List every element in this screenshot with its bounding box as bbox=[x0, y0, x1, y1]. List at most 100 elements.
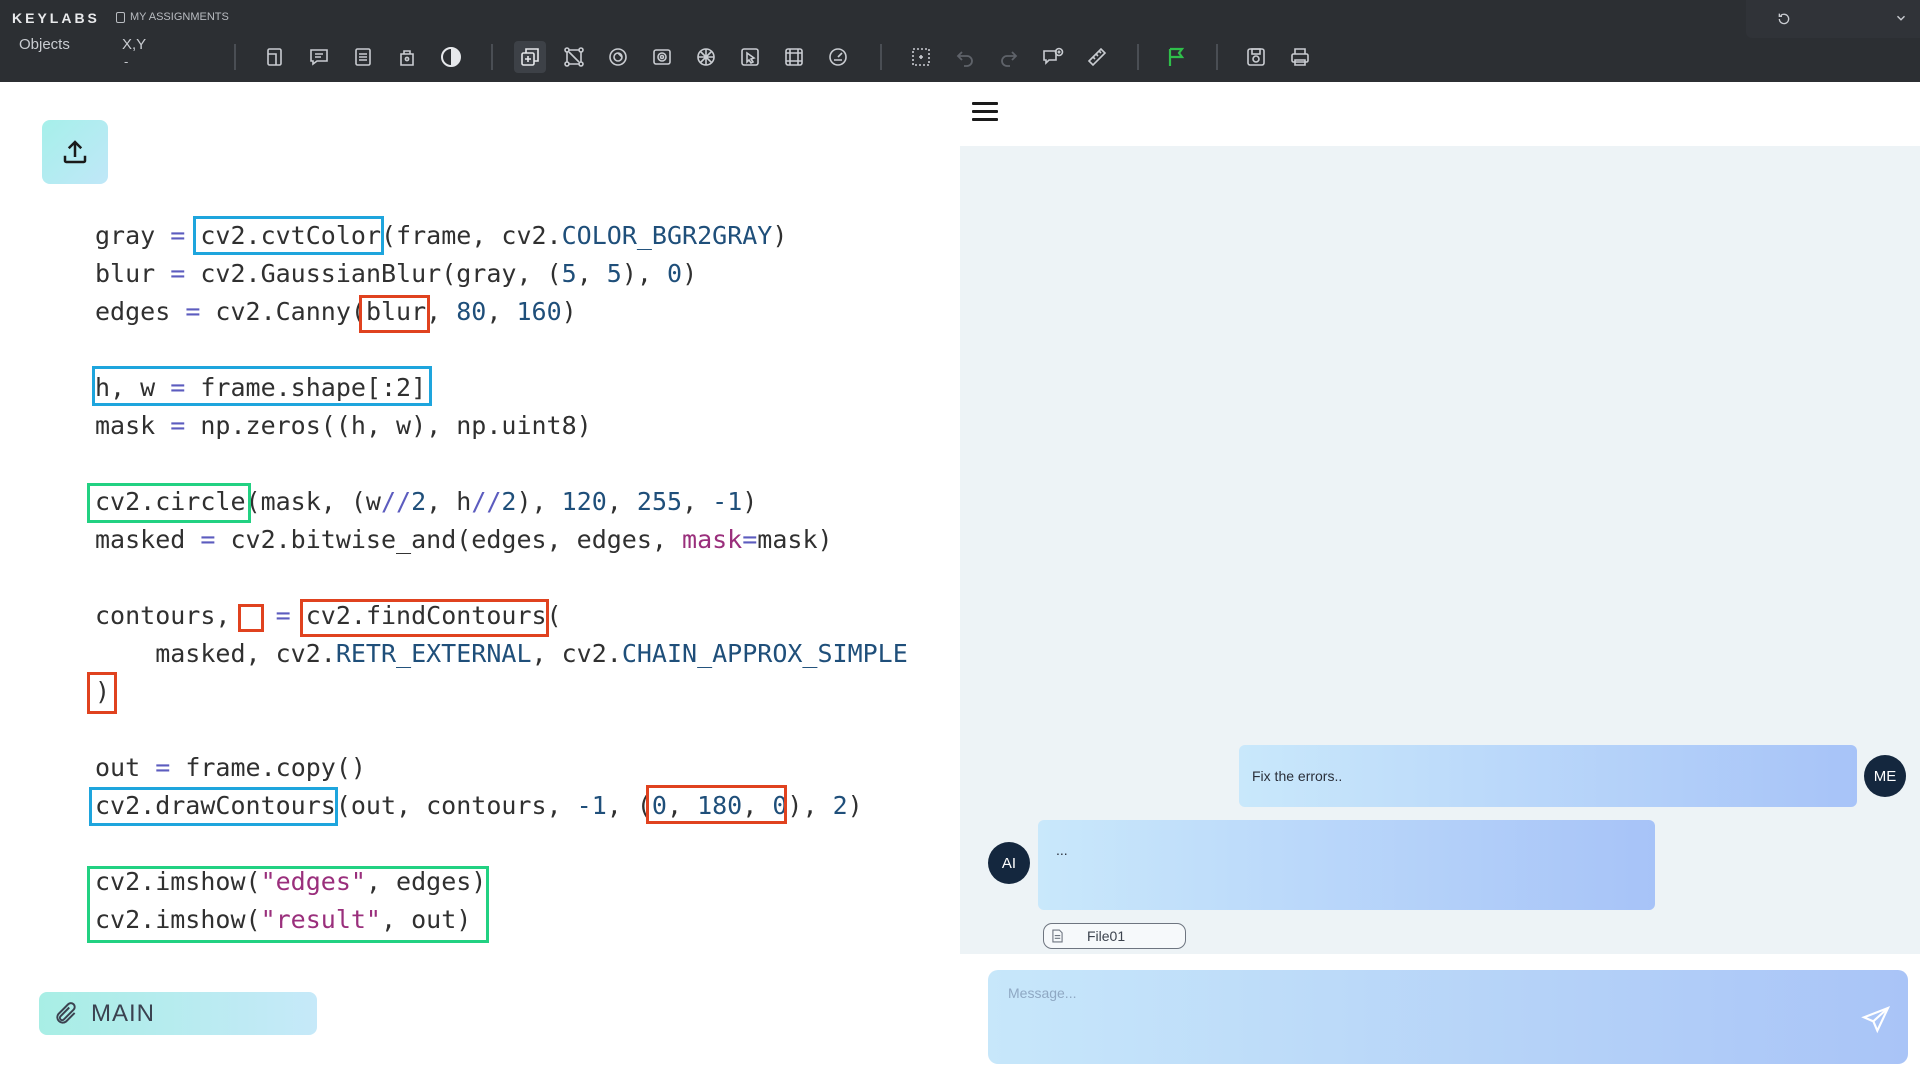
code-token: cv2.bitwise_and(edges, edges, bbox=[215, 525, 683, 554]
code-token: = bbox=[742, 525, 758, 554]
code-token: , ( bbox=[606, 791, 652, 820]
code-token: 2 bbox=[501, 487, 517, 516]
message-text: Fix the errors.. bbox=[1252, 768, 1343, 784]
undo-icon[interactable] bbox=[949, 41, 981, 73]
hamburger-menu-icon[interactable] bbox=[972, 102, 998, 124]
assignments-icon bbox=[116, 11, 125, 23]
chat-panel: Fix the errors.. ME AI ... File01 bbox=[960, 82, 1920, 1080]
code-token: mask bbox=[682, 525, 743, 554]
code-line: h, w = frame.shape[:2] bbox=[95, 369, 426, 407]
branch-tag[interactable]: MAIN bbox=[39, 992, 317, 1035]
cursor-box-icon[interactable] bbox=[734, 41, 766, 73]
code-token: , h bbox=[426, 487, 472, 516]
brand-logo: KEYLABS bbox=[12, 10, 100, 26]
paperclip-icon bbox=[56, 1001, 76, 1024]
code-line: mask = np.zeros((h, w), np.uint8) bbox=[95, 407, 592, 445]
chat-message-ai: ... bbox=[1038, 820, 1655, 910]
layers-icon[interactable] bbox=[514, 41, 546, 73]
code-token: cv2.GaussianBlur(gray, ( bbox=[185, 259, 562, 288]
code-token: 0 bbox=[667, 259, 683, 288]
code-token: 80 bbox=[456, 297, 487, 326]
code-token: gray bbox=[95, 221, 171, 250]
my-assignments-link[interactable]: MY ASSIGNMENTS bbox=[116, 11, 229, 23]
code-line: gray = cv2.cvtColor(frame, cv2.COLOR_BGR… bbox=[95, 217, 787, 255]
toolbar-divider bbox=[491, 44, 493, 70]
code-token: cv2.findContours( bbox=[290, 601, 562, 630]
branch-label: MAIN bbox=[91, 999, 155, 1027]
page-icon[interactable] bbox=[259, 41, 291, 73]
code-token: blur bbox=[95, 259, 171, 288]
radial-icon[interactable] bbox=[646, 41, 678, 73]
code-line: contours, _ = cv2.findContours( bbox=[95, 597, 562, 635]
code-token: out bbox=[95, 753, 156, 782]
comment-icon[interactable] bbox=[1037, 41, 1069, 73]
upload-icon bbox=[63, 140, 87, 164]
nodes-icon[interactable] bbox=[558, 41, 590, 73]
code-token: 5 bbox=[561, 259, 577, 288]
code-token: 255 bbox=[636, 487, 683, 516]
code-token: contours, _ bbox=[95, 601, 276, 630]
code-token: , bbox=[742, 791, 773, 820]
code-token: 180 bbox=[697, 791, 743, 820]
code-token: = bbox=[170, 221, 186, 250]
save-icon[interactable] bbox=[1240, 41, 1272, 73]
code-token: mask) bbox=[757, 525, 833, 554]
attachment-name: File01 bbox=[1087, 928, 1126, 944]
code-token: np.zeros((h, w), np.uint8) bbox=[185, 411, 592, 440]
code-panel: gray = cv2.cvtColor(frame, cv2.COLOR_BGR… bbox=[0, 82, 960, 1080]
code-token: = bbox=[185, 297, 201, 326]
contrast-icon[interactable] bbox=[435, 41, 467, 73]
objects-label[interactable]: Objects bbox=[19, 36, 70, 53]
code-token: "edges" bbox=[260, 867, 366, 896]
upload-button[interactable] bbox=[42, 120, 108, 184]
message-input[interactable] bbox=[1006, 982, 1790, 1004]
redo-icon[interactable] bbox=[993, 41, 1025, 73]
code-token: , bbox=[606, 487, 637, 516]
code-token: 120 bbox=[561, 487, 607, 516]
code-token: "result" bbox=[260, 905, 381, 934]
target-icon[interactable] bbox=[602, 41, 634, 73]
chevron-down-icon bbox=[1897, 15, 1905, 21]
code-token: masked, cv2. bbox=[95, 639, 336, 668]
toolbar-divider bbox=[1216, 44, 1218, 70]
code-token: cv2.cvtColor(frame, cv2. bbox=[185, 221, 562, 250]
chat-message-user: Fix the errors.. bbox=[1239, 745, 1857, 807]
code-token: , cv2. bbox=[531, 639, 622, 668]
code-token: = bbox=[170, 259, 186, 288]
flag-icon[interactable] bbox=[1160, 41, 1192, 73]
send-icon[interactable] bbox=[1860, 1004, 1892, 1036]
history-dropdown[interactable] bbox=[1746, 0, 1920, 38]
my-assignments-label: MY ASSIGNMENTS bbox=[130, 11, 229, 23]
code-token: CHAIN_APPROX_SIMPLE bbox=[621, 639, 908, 668]
dial-icon[interactable] bbox=[822, 41, 854, 73]
code-token: // bbox=[471, 487, 502, 516]
print-icon[interactable] bbox=[1284, 41, 1316, 73]
code-line: cv2.imshow("edges", edges) bbox=[95, 863, 486, 901]
code-line: blur = cv2.GaussianBlur(gray, (5, 5), 0) bbox=[95, 255, 697, 293]
code-token: // bbox=[380, 487, 412, 516]
select-box-icon[interactable] bbox=[905, 41, 937, 73]
code-token: mask bbox=[95, 411, 171, 440]
code-line: masked, cv2.RETR_EXTERNAL, cv2.CHAIN_APP… bbox=[95, 635, 908, 673]
message-composer[interactable] bbox=[988, 970, 1908, 1064]
code-token: = bbox=[200, 525, 216, 554]
code-token: 0 bbox=[772, 791, 788, 820]
bag-icon[interactable] bbox=[391, 41, 423, 73]
code-token: , edges) bbox=[365, 867, 487, 896]
attachment-chip[interactable]: File01 bbox=[1043, 923, 1186, 949]
list-icon[interactable] bbox=[347, 41, 379, 73]
code-token: COLOR_BGR2GRAY bbox=[561, 221, 773, 250]
notes-icon[interactable] bbox=[303, 41, 335, 73]
code-token: ) bbox=[847, 791, 863, 820]
code-token: cv2.drawContours(out, contours, bbox=[95, 791, 577, 820]
code-token: cv2.circle(mask, (w bbox=[95, 487, 381, 516]
code-line: edges = cv2.Canny(blur, 80, 160) bbox=[95, 293, 577, 331]
grid-circle-icon[interactable] bbox=[690, 41, 722, 73]
code-token: 5 bbox=[606, 259, 622, 288]
ruler-icon[interactable] bbox=[1081, 41, 1113, 73]
frame-icon[interactable] bbox=[778, 41, 810, 73]
xy-value: - bbox=[124, 54, 129, 69]
code-token: cv2.imshow( bbox=[95, 905, 261, 934]
toolbar-divider bbox=[1137, 44, 1139, 70]
code-token: RETR_EXTERNAL bbox=[335, 639, 532, 668]
